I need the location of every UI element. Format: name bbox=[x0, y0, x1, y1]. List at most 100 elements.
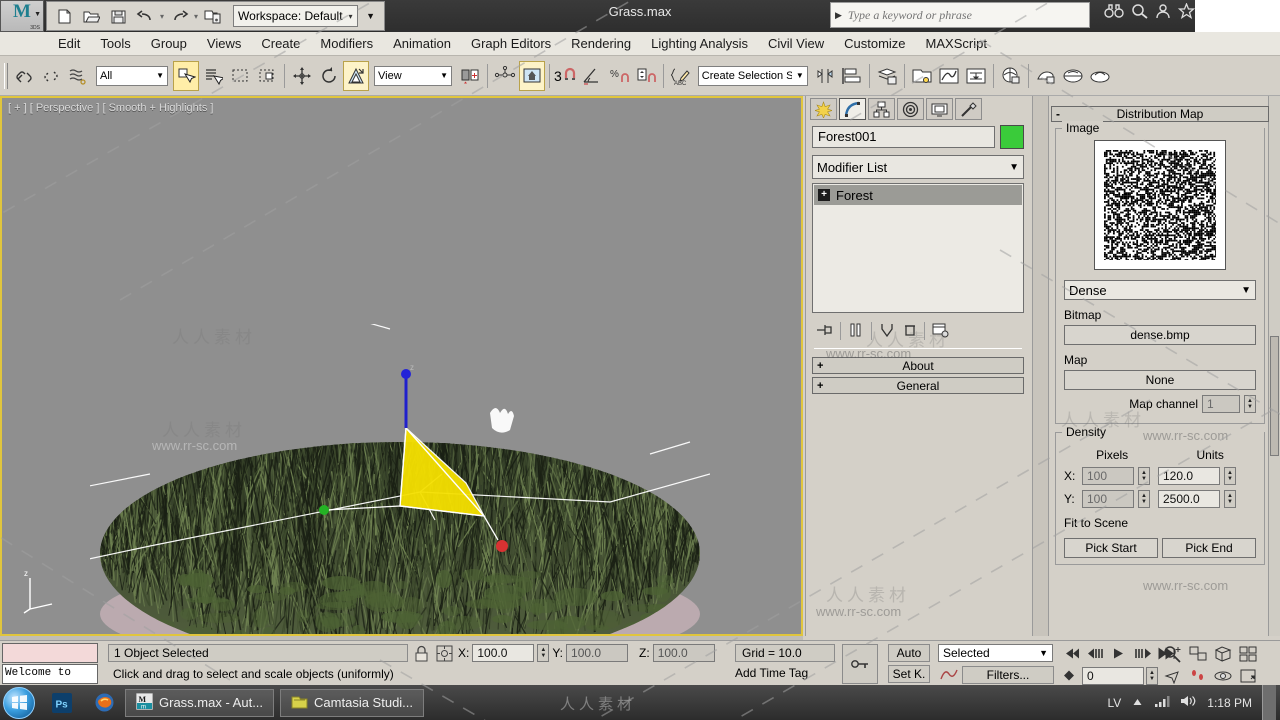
set-key-button[interactable]: Set K. bbox=[888, 665, 930, 683]
select-and-rotate-icon[interactable] bbox=[316, 61, 342, 91]
search-input[interactable] bbox=[847, 7, 1089, 23]
goto-start-icon[interactable] bbox=[1060, 644, 1082, 663]
density-x-units-field[interactable]: 120.0 bbox=[1158, 467, 1220, 485]
help-search-icon[interactable] bbox=[1131, 3, 1148, 22]
menu-item-lighting-analysis[interactable]: Lighting Analysis bbox=[641, 33, 758, 54]
perspective-viewport[interactable]: [ + ] [ Perspective ] [ Smooth + Highlig… bbox=[0, 96, 803, 636]
menu-item-views[interactable]: Views bbox=[197, 33, 251, 54]
volume-icon[interactable] bbox=[1180, 694, 1197, 711]
menu-item-customize[interactable]: Customize bbox=[834, 33, 915, 54]
taskbar-item-3dsmax[interactable]: Mm Grass.max - Aut... bbox=[125, 688, 275, 717]
next-frame-icon[interactable] bbox=[1132, 644, 1154, 663]
current-frame-spinner[interactable]: ▲ ▼ bbox=[1146, 666, 1158, 685]
snap-magnet-icon[interactable] bbox=[562, 65, 578, 86]
unlink-selection-icon[interactable] bbox=[38, 61, 64, 91]
menu-item-edit[interactable]: Edit bbox=[48, 33, 90, 54]
system-clock[interactable]: 1:18 PM bbox=[1207, 696, 1252, 710]
menu-item-maxscript[interactable]: MAXScript bbox=[916, 33, 997, 54]
orbit-icon[interactable] bbox=[1212, 666, 1234, 685]
map-button[interactable]: None bbox=[1064, 370, 1256, 390]
pan-view-icon[interactable] bbox=[1162, 666, 1184, 685]
set-key-mode-button[interactable] bbox=[842, 644, 878, 684]
menu-item-rendering[interactable]: Rendering bbox=[561, 33, 641, 54]
render-production-icon[interactable] bbox=[1087, 61, 1113, 91]
edit-named-selection-sets-icon[interactable]: ABC bbox=[668, 61, 694, 91]
use-pivot-point-center-icon[interactable] bbox=[457, 61, 483, 91]
taskbar-item-camtasia[interactable]: Camtasia Studi... bbox=[280, 688, 425, 717]
menu-item-group[interactable]: Group bbox=[141, 33, 197, 54]
menu-item-tools[interactable]: Tools bbox=[90, 33, 140, 54]
rendered-frame-window-icon[interactable] bbox=[1060, 61, 1086, 91]
create-tab[interactable] bbox=[810, 98, 837, 120]
key-mode-toggle-icon[interactable] bbox=[1058, 666, 1080, 685]
maximize-viewport-toggle-icon[interactable] bbox=[1237, 666, 1259, 685]
remove-modifier-icon[interactable] bbox=[902, 322, 918, 341]
search-dropdown-icon[interactable]: ▶ bbox=[835, 10, 842, 21]
rollout-general[interactable]: + General bbox=[812, 377, 1024, 394]
modify-tab[interactable] bbox=[839, 98, 866, 120]
coord-x-field[interactable]: 100.0 bbox=[472, 644, 535, 662]
menu-item-graph-editors[interactable]: Graph Editors bbox=[461, 33, 561, 54]
panel-scrollbar[interactable] bbox=[1268, 96, 1280, 636]
scrollbar-thumb[interactable] bbox=[1270, 336, 1279, 456]
signin-icon[interactable] bbox=[1155, 3, 1171, 22]
snaps-toggle-icon[interactable] bbox=[519, 60, 545, 91]
percent-snap-toggle-icon[interactable]: % bbox=[606, 61, 632, 91]
mirror-icon[interactable] bbox=[812, 61, 838, 91]
binoculars-icon[interactable] bbox=[1104, 3, 1124, 22]
configure-modifier-sets-icon[interactable] bbox=[931, 322, 949, 341]
render-setup-icon[interactable] bbox=[1033, 61, 1059, 91]
photoshop-quicklaunch-icon[interactable]: Ps bbox=[47, 688, 77, 718]
new-file-button[interactable] bbox=[51, 4, 77, 29]
utilities-tab[interactable] bbox=[955, 98, 982, 120]
show-end-result-icon[interactable] bbox=[847, 322, 865, 341]
density-x-pixels-field[interactable]: 100 bbox=[1082, 467, 1134, 485]
undo-button[interactable] bbox=[132, 4, 158, 29]
open-file-button[interactable] bbox=[78, 4, 104, 29]
object-name-field[interactable]: Forest001 bbox=[812, 126, 995, 148]
select-and-move-icon[interactable] bbox=[289, 61, 315, 91]
hierarchy-tab[interactable] bbox=[868, 98, 895, 120]
distribution-bitmap-preview[interactable] bbox=[1094, 140, 1226, 270]
coord-z-field[interactable]: 100.0 bbox=[652, 644, 715, 662]
bitmap-button[interactable]: dense.bmp bbox=[1064, 325, 1256, 345]
menu-item-create[interactable]: Create bbox=[251, 33, 310, 54]
select-and-manipulate-icon[interactable] bbox=[492, 61, 518, 91]
workspace-dropdown-button[interactable]: ▼ bbox=[362, 5, 380, 27]
rollout-about[interactable]: + About bbox=[812, 357, 1024, 374]
start-button[interactable] bbox=[3, 686, 35, 719]
redo-button[interactable] bbox=[166, 4, 192, 29]
maxscript-listener-white[interactable]: Welcome to bbox=[2, 664, 98, 684]
density-y-pixels-spinner[interactable]: ▲ ▼ bbox=[1138, 490, 1150, 508]
coord-y-field[interactable]: 100.0 bbox=[566, 644, 629, 662]
search-box[interactable]: ▶ bbox=[830, 2, 1090, 28]
modifier-stack-item-forest[interactable]: + Forest bbox=[814, 185, 1022, 205]
reference-coord-system-combo[interactable]: View ▼ bbox=[374, 65, 452, 86]
select-object-icon[interactable] bbox=[173, 60, 199, 91]
viewport-label[interactable]: [ + ] [ Perspective ] [ Smooth + Highlig… bbox=[8, 102, 213, 114]
maximize-viewport-icon[interactable] bbox=[1237, 644, 1259, 663]
rectangular-selection-region-icon[interactable] bbox=[227, 61, 253, 91]
coord-spinner[interactable]: ▲ ▼ bbox=[537, 644, 550, 662]
walkthrough-icon[interactable] bbox=[1187, 666, 1209, 685]
zoom-extents-all-icon[interactable] bbox=[1187, 644, 1209, 663]
toolbar-grip[interactable] bbox=[4, 62, 8, 89]
parameter-curve-icon[interactable] bbox=[940, 667, 958, 684]
save-file-button[interactable] bbox=[105, 4, 131, 29]
zoom-region-icon[interactable] bbox=[1212, 644, 1234, 663]
density-y-units-field[interactable]: 2500.0 bbox=[1158, 490, 1220, 508]
menu-item-civil-view[interactable]: Civil View bbox=[758, 33, 834, 54]
layer-manager-icon[interactable] bbox=[874, 61, 900, 91]
bind-to-space-warp-icon[interactable] bbox=[65, 61, 91, 91]
angle-snap-toggle-icon[interactable] bbox=[579, 61, 605, 91]
density-x-units-spinner[interactable]: ▲ ▼ bbox=[1224, 467, 1236, 485]
material-editor-icon[interactable] bbox=[998, 61, 1024, 91]
project-folder-button[interactable] bbox=[200, 4, 226, 29]
window-controls[interactable] bbox=[1195, 0, 1280, 32]
key-filter-combo[interactable]: Selected ▼ bbox=[938, 644, 1053, 662]
show-hidden-icons-icon[interactable] bbox=[1131, 696, 1144, 710]
auto-key-button[interactable]: Auto bbox=[888, 644, 930, 662]
filters-button[interactable]: Filters... bbox=[962, 666, 1054, 684]
menu-item-modifiers[interactable]: Modifiers bbox=[310, 33, 383, 54]
show-desktop-button[interactable] bbox=[1262, 685, 1276, 720]
